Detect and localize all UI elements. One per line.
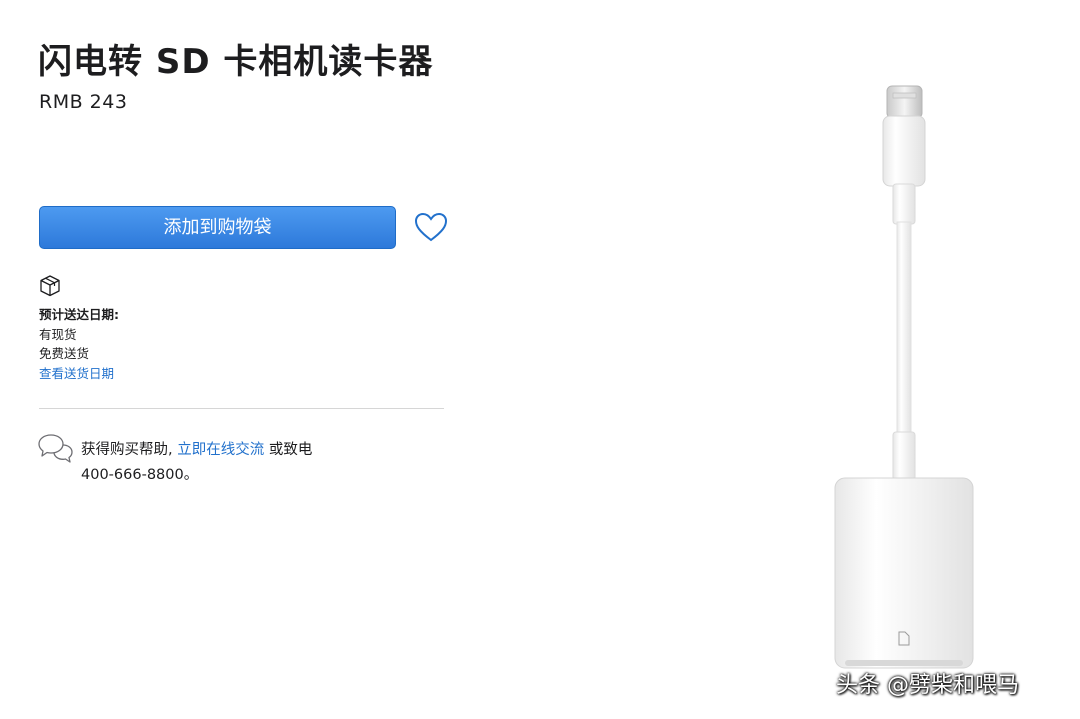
box-icon	[38, 274, 62, 298]
add-to-bag-button[interactable]: 添加到购物袋	[39, 206, 396, 249]
help-prefix: 获得购买帮助,	[81, 442, 173, 458]
product-title: 闪电转 SD 卡相机读卡器	[38, 42, 434, 82]
product-price: RMB 243	[39, 91, 128, 113]
shipping-status: 免费送货	[39, 346, 90, 361]
live-chat-link[interactable]: 立即在线交流	[177, 442, 264, 458]
purchase-help: 获得购买帮助, 立即在线交流 或致电 400-666-8800。	[81, 438, 312, 488]
heart-icon[interactable]	[414, 212, 448, 244]
divider	[39, 408, 444, 409]
help-suffix: 或致电	[268, 442, 313, 458]
chat-bubbles-icon	[37, 432, 75, 464]
delivery-info: 预计送达日期: 有现货 免费送货 查看送货日期	[39, 305, 119, 383]
help-phone: 400-666-8800。	[81, 467, 199, 483]
product-image	[825, 84, 985, 674]
delivery-label: 预计送达日期:	[39, 307, 119, 322]
view-delivery-dates-link[interactable]: 查看送货日期	[39, 364, 119, 384]
stock-status: 有现货	[39, 326, 77, 342]
watermark: 头条 @劈柴和喂马	[836, 673, 1019, 698]
